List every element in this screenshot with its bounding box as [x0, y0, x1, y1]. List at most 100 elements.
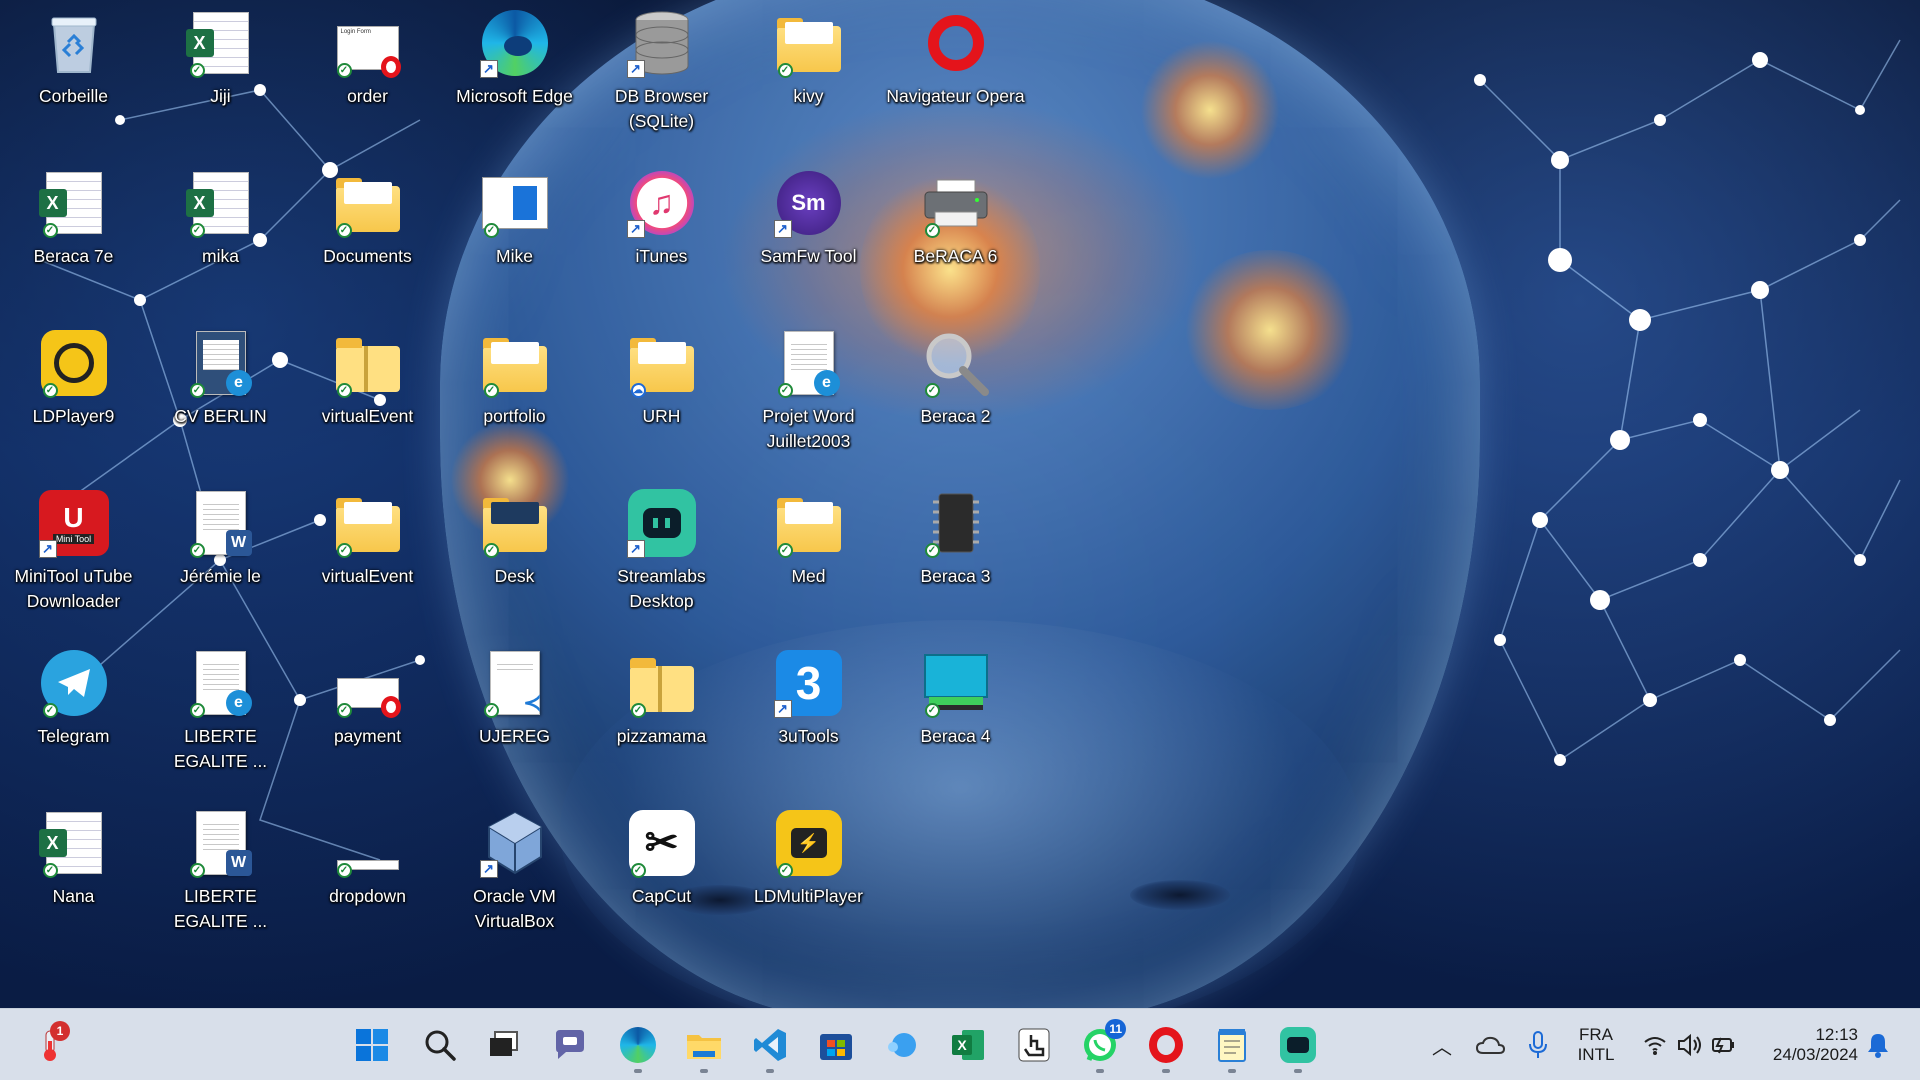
touch-app-button[interactable]	[1010, 1021, 1058, 1069]
desktop-icon-payment[interactable]: ✓ payment	[294, 640, 441, 780]
excel-icon: X	[952, 1030, 984, 1060]
onedrive-button[interactable]	[1466, 1021, 1514, 1069]
sync-status-icon: ✓	[777, 383, 793, 398]
notifications-button[interactable]	[1856, 1021, 1900, 1069]
desktop-icon-3utools[interactable]: 3 ↗ 3uTools	[735, 640, 882, 780]
taskbar-streamlabs-button[interactable]	[1274, 1021, 1322, 1073]
desktop-icon-label: Nana	[52, 886, 95, 906]
edge-icon: ↗	[479, 8, 550, 78]
running-indicator	[1228, 1069, 1236, 1073]
sync-status-icon: ✓	[924, 703, 940, 718]
desktop-icon-label: CV BERLIN	[174, 406, 267, 426]
desktop-icon-cv-berlin[interactable]: e ✓ CV BERLIN	[147, 320, 294, 460]
desktop-icon-label: kivy	[793, 86, 824, 106]
file-explorer-icon	[687, 1035, 721, 1059]
desktop-icon-label: LDMultiPlayer	[754, 886, 863, 906]
desktop-icon-beraca-6[interactable]: ✓ BeRACA 6	[882, 160, 1029, 300]
desktop-icon-db-browser-sqlite[interactable]: ↗ DB Browser (SQLite)	[588, 0, 735, 140]
taskbar-edge-button[interactable]	[614, 1021, 662, 1073]
desktop-icon-mika[interactable]: X ✓ mika	[147, 160, 294, 300]
notepad-button[interactable]	[1208, 1021, 1256, 1073]
cloud-icon	[1475, 1036, 1505, 1054]
desktop-icon-documents[interactable]: ✓ Documents	[294, 160, 441, 300]
desktop-icon-urh[interactable]: ☁ URH	[588, 320, 735, 460]
shortcut-arrow-icon: ↗	[479, 860, 498, 878]
itunes-icon: ♫ ↗	[626, 168, 697, 238]
desktop-icon-label: Beraca 7e	[33, 246, 114, 266]
ldplayer-icon: ✓	[39, 328, 109, 398]
microphone-button[interactable]	[1514, 1021, 1562, 1069]
folder-icon: ✓	[774, 8, 844, 78]
desktop-icon-virtualevent-folder[interactable]: ✓ virtualEvent	[294, 480, 441, 620]
desktop-icon-portfolio[interactable]: ✓ portfolio	[441, 320, 588, 460]
opera-badge-icon	[380, 56, 401, 78]
desktop-icon-liberte-egalite-1[interactable]: e ✓ LIBERTE EGALITE ...	[147, 640, 294, 780]
desktop-icon-beraca-4[interactable]: ✓ Beraca 4	[882, 640, 1029, 780]
desktop-icon-pizzamama[interactable]: ✓ pizzamama	[588, 640, 735, 780]
sync-status-icon: ✓	[189, 543, 205, 558]
desktop-icon-kivy[interactable]: ✓ kivy	[735, 0, 882, 140]
vscode-button[interactable]	[746, 1021, 794, 1073]
desktop-icon-label: order	[347, 86, 388, 106]
desktop-icon-oracle-vm-virtualbox[interactable]: ↗ Oracle VM VirtualBox	[441, 800, 588, 940]
desktop-icon-jeremie-le[interactable]: W ✓ Jérémie le	[147, 480, 294, 620]
quick-settings-button[interactable]	[1634, 1021, 1744, 1069]
desktop-icon-order[interactable]: Login Form ✓ order	[294, 0, 441, 140]
desktop-icon-mike[interactable]: ✓ Mike	[441, 160, 588, 300]
show-hidden-icons-button[interactable]: ︿	[1418, 1021, 1466, 1069]
taskbar-excel-button[interactable]: X	[944, 1021, 992, 1069]
chat-bubble-app-button[interactable]	[878, 1021, 926, 1069]
desktop-icon-navigateur-opera[interactable]: Navigateur Opera	[882, 0, 1029, 140]
desktop-icon-recycle-bin[interactable]: Corbeille	[0, 0, 147, 140]
sync-status-icon: ✓	[189, 63, 205, 78]
bell-icon	[1868, 1034, 1888, 1058]
desktop-icon-liberte-egalite-2[interactable]: W ✓ LIBERTE EGALITE ...	[147, 800, 294, 940]
clock-date: 24/03/2024	[1772, 1045, 1858, 1064]
desktop-icon-beraca-3[interactable]: ✓ Beraca 3	[882, 480, 1029, 620]
desktop-icon-virtualevent-zip[interactable]: ✓ virtualEvent	[294, 320, 441, 460]
desktop-icon-ldplayer9[interactable]: ✓ LDPlayer9	[0, 320, 147, 460]
shortcut-arrow-icon: ↗	[626, 540, 645, 558]
start-button[interactable]	[348, 1021, 396, 1069]
teams-chat-button[interactable]	[546, 1021, 594, 1069]
desktop-icon-label: BeRACA 6	[913, 246, 998, 266]
desktop-icon-capcut[interactable]: ✂ ✓ CapCut	[588, 800, 735, 940]
sync-status-icon: ✓	[630, 703, 646, 718]
weather-widget-button[interactable]: 1	[26, 1021, 74, 1069]
desktop-icon-beraca-2[interactable]: ✓ Beraca 2	[882, 320, 1029, 460]
desktop-icon-label: Oracle VM VirtualBox	[473, 886, 556, 931]
excel-file-icon: X ✓	[185, 8, 256, 78]
desktop-icon-microsoft-edge[interactable]: ↗ Microsoft Edge	[441, 0, 588, 140]
desktop-icon-minitool-utube-downloader[interactable]: U Mini Tool ↗ MiniTool uTube Downloader	[0, 480, 147, 620]
desktop-icon-ujereg[interactable]: ≺ ✓ UJEREG	[441, 640, 588, 780]
desktop-icon-med[interactable]: ✓ Med	[735, 480, 882, 620]
folder-icon: ✓	[333, 488, 403, 558]
clock-button[interactable]: 12:13 24/03/2024	[1752, 1021, 1858, 1069]
desktop-icon-label: Documents	[323, 246, 412, 266]
desktop-icon-streamlabs-desktop[interactable]: ↗ Streamlabs Desktop	[588, 480, 735, 620]
folder-icon: ✓	[774, 488, 844, 558]
task-view-button[interactable]	[480, 1021, 528, 1069]
desktop-icon-label: virtualEvent	[321, 566, 414, 586]
sync-status-icon: ✓	[777, 863, 793, 878]
desktop-icon-nana[interactable]: X ✓ Nana	[0, 800, 147, 940]
desktop-icon-ldmultiplayer[interactable]: ⚡ ✓ LDMultiPlayer	[735, 800, 882, 940]
desktop-icon-telegram[interactable]: ✓ Telegram	[0, 640, 147, 780]
file-explorer-button[interactable]	[680, 1021, 728, 1073]
desktop-icon-dropdown[interactable]: ✓ dropdown	[294, 800, 441, 940]
microsoft-store-button[interactable]	[812, 1021, 860, 1069]
desktop-icon-beraca-7e[interactable]: X ✓ Beraca 7e	[0, 160, 147, 300]
desktop-icon-itunes[interactable]: ♫ ↗ iTunes	[588, 160, 735, 300]
desktop-icon-projet-word-juillet2003[interactable]: e ✓ Projet Word Juillet2003	[735, 320, 882, 460]
shortcut-arrow-icon: ↗	[626, 220, 645, 238]
desktop-icon-desk[interactable]: ✓ Desk	[441, 480, 588, 620]
taskbar-opera-button[interactable]	[1142, 1021, 1190, 1073]
ldmultiplayer-icon: ⚡ ✓	[774, 808, 844, 878]
desktop-icon-samfw-tool[interactable]: Sm ↗ SamFw Tool	[735, 160, 882, 300]
language-switcher[interactable]: FRA INTL	[1568, 1021, 1624, 1069]
desktop-icon-jiji[interactable]: X ✓ Jiji	[147, 0, 294, 140]
word-document-icon: W ✓	[186, 488, 256, 558]
sync-status-icon: ✓	[189, 383, 205, 398]
search-button[interactable]	[416, 1021, 464, 1069]
whatsapp-button[interactable]: 11	[1076, 1019, 1126, 1073]
